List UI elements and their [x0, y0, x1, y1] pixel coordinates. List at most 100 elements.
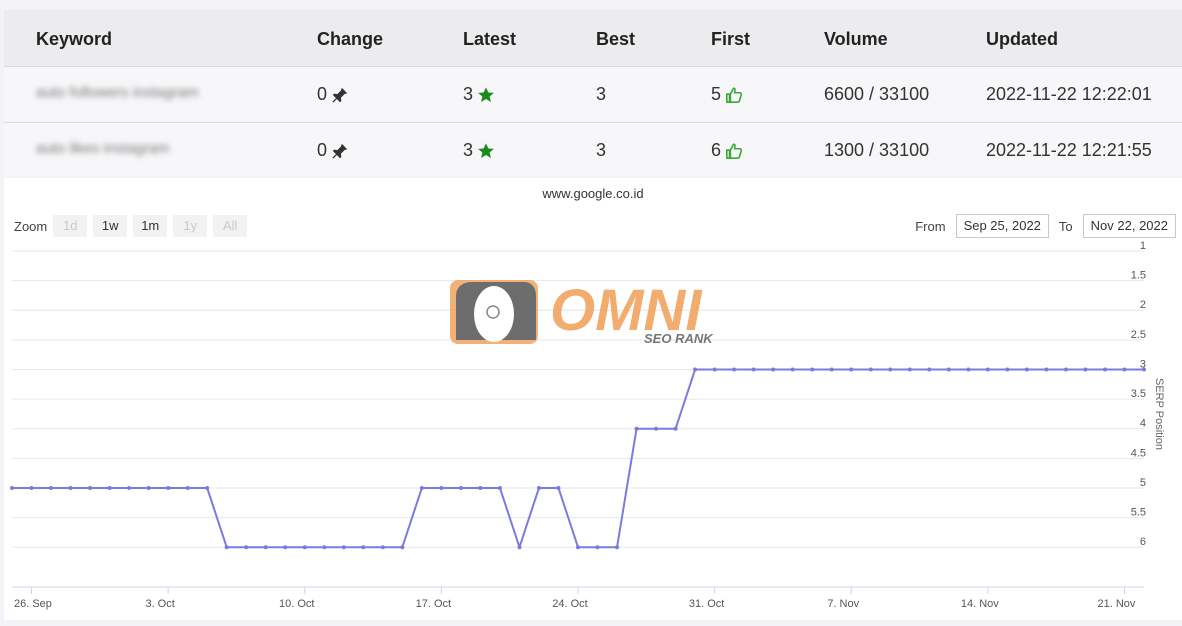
- header-change[interactable]: Change: [317, 29, 383, 50]
- y-tick-label: 4.5: [1131, 447, 1146, 459]
- data-point: [946, 367, 951, 372]
- data-point: [907, 367, 912, 372]
- data-point: [556, 485, 561, 490]
- data-point: [517, 545, 522, 550]
- y-tick-label: 3.5: [1131, 388, 1146, 400]
- header-keyword[interactable]: Keyword: [36, 29, 112, 50]
- data-point: [478, 485, 483, 490]
- y-tick-label: 1: [1140, 240, 1146, 252]
- latest-value: 3: [463, 140, 474, 160]
- data-point: [771, 367, 776, 372]
- data-point: [849, 367, 854, 372]
- y-tick-label: 5: [1140, 477, 1146, 489]
- data-point: [68, 485, 73, 490]
- header-best[interactable]: Best: [596, 29, 635, 50]
- keyword-table: Keyword Change Latest Best First Volume …: [4, 10, 1182, 177]
- zoom-1w-button[interactable]: 1w: [93, 215, 128, 237]
- data-point: [751, 367, 756, 372]
- zoom-1m-button[interactable]: 1m: [133, 215, 168, 237]
- rank-chart-panel: OMNI SEO RANK 1 1.5 2 2.5 3 3.5 4 4.5 5 5.5 6 26. S…: [4, 178, 1182, 620]
- data-point: [107, 485, 112, 490]
- data-point: [439, 485, 444, 490]
- omni-logo-watermark: OMNI SEO RANK: [450, 278, 714, 346]
- keyword-cell[interactable]: auto followers instagram: [36, 84, 199, 101]
- data-point: [263, 545, 268, 550]
- header-volume[interactable]: Volume: [824, 29, 888, 50]
- data-point: [10, 485, 14, 490]
- pin-icon: [332, 87, 348, 103]
- data-point: [458, 485, 463, 490]
- data-point: [829, 367, 834, 372]
- date-range-controls: From Sep 25, 2022 To Nov 22, 2022: [915, 214, 1176, 238]
- data-point: [790, 367, 795, 372]
- data-point: [127, 485, 132, 490]
- table-row[interactable]: auto followers instagram 0 3 3 5 6600 / …: [4, 66, 1182, 121]
- to-date-input[interactable]: Nov 22, 2022: [1082, 214, 1176, 238]
- keyword-cell[interactable]: auto likes instagram: [36, 140, 169, 157]
- y-tick-label: 6: [1140, 536, 1146, 548]
- header-latest[interactable]: Latest: [463, 29, 516, 50]
- x-tick-label: 7. Nov: [827, 598, 859, 610]
- data-point: [1083, 367, 1088, 372]
- data-point: [615, 545, 620, 550]
- chart-title: www.google.co.id: [542, 186, 644, 201]
- table-row[interactable]: auto likes instagram 0 3 3 6 1300 / 3310…: [4, 122, 1182, 177]
- data-point: [732, 367, 737, 372]
- header-updated[interactable]: Updated: [986, 29, 1058, 50]
- data-point: [1102, 367, 1107, 372]
- change-cell: 0: [317, 140, 349, 161]
- data-point: [146, 485, 151, 490]
- y-tick-label: 2: [1140, 299, 1146, 311]
- latest-cell: 3: [463, 84, 495, 105]
- data-point: [361, 545, 366, 550]
- data-point: [322, 545, 327, 550]
- volume-cell: 6600 / 33100: [824, 84, 930, 104]
- data-point: [302, 545, 307, 550]
- x-tick-label: 10. Oct: [279, 598, 314, 610]
- zoom-controls: Zoom 1d 1w 1m 1y All: [14, 215, 248, 237]
- zoom-1y-button[interactable]: 1y: [173, 215, 208, 237]
- thumbs-up-icon: [726, 86, 743, 103]
- data-point: [49, 485, 54, 490]
- zoom-label: Zoom: [14, 218, 48, 234]
- data-point: [244, 545, 249, 550]
- star-icon: [478, 142, 494, 158]
- data-point: [1005, 367, 1010, 372]
- data-point: [1142, 367, 1146, 372]
- rank-chart: OMNI SEO RANK 11.522.533.544.555.5626. S…: [10, 240, 1165, 610]
- thumbs-up-icon: [726, 142, 743, 159]
- data-point: [1122, 367, 1127, 372]
- change-value: 0: [317, 140, 328, 160]
- header-first[interactable]: First: [711, 29, 750, 50]
- data-point: [595, 545, 600, 550]
- data-point: [985, 367, 990, 372]
- first-cell: 5: [711, 84, 743, 105]
- zoom-all-button[interactable]: All: [213, 215, 248, 237]
- data-point: [497, 485, 502, 490]
- from-label: From: [915, 218, 946, 234]
- x-tick-label: 24. Oct: [552, 598, 587, 610]
- data-point: [419, 485, 424, 490]
- data-point: [166, 485, 171, 490]
- volume-cell: 1300 / 33100: [824, 140, 930, 160]
- data-point: [1063, 367, 1068, 372]
- data-point: [654, 426, 659, 431]
- zoom-1d-button[interactable]: 1d: [53, 215, 88, 237]
- pin-icon: [332, 143, 348, 159]
- data-point: [810, 367, 815, 372]
- x-tick-label: 31. Oct: [689, 598, 724, 610]
- y-tick-label: 2.5: [1131, 329, 1146, 341]
- y-tick-label: 4: [1140, 418, 1146, 430]
- data-point: [29, 485, 34, 490]
- from-date-input[interactable]: Sep 25, 2022: [955, 214, 1049, 238]
- data-point: [693, 367, 698, 372]
- data-point: [1024, 367, 1029, 372]
- data-point: [712, 367, 717, 372]
- first-value: 5: [711, 84, 722, 104]
- latest-value: 3: [463, 84, 474, 104]
- logo-sub-text: SEO RANK: [644, 331, 714, 346]
- data-point: [966, 367, 971, 372]
- to-label: To: [1058, 218, 1073, 234]
- best-cell: 3: [596, 140, 607, 160]
- x-tick-label: 3. Oct: [145, 598, 174, 610]
